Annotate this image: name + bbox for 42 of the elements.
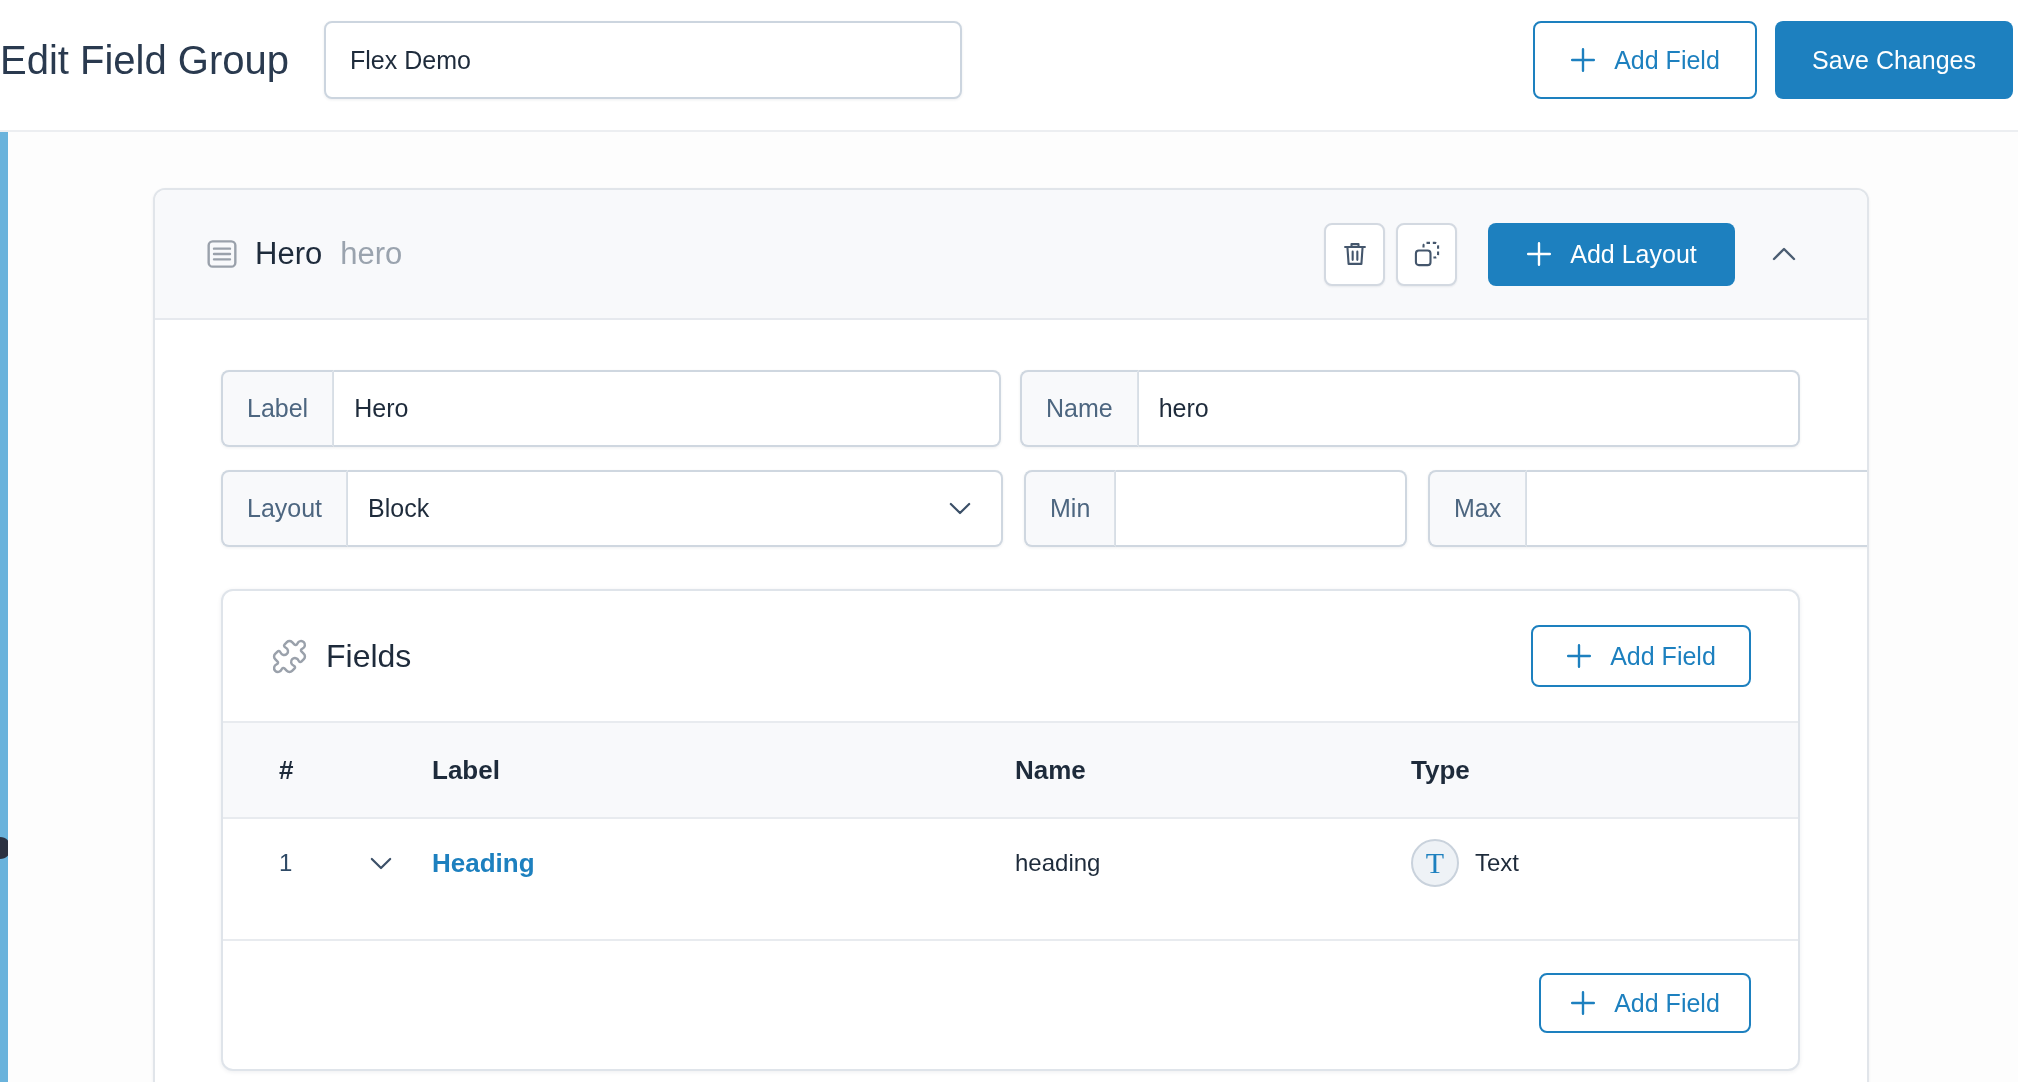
add-field-button[interactable]: Add Field xyxy=(1531,625,1751,687)
column-header: Label xyxy=(432,754,500,786)
column-header: Name xyxy=(1015,754,1086,786)
row-number: 1 xyxy=(279,849,293,877)
plus-icon xyxy=(1570,47,1597,73)
table-cell: Text xyxy=(1475,849,1519,877)
text-type-icon: T xyxy=(1411,839,1459,887)
copy-icon xyxy=(1412,240,1441,268)
handle-icon[interactable] xyxy=(0,837,8,859)
number-field[interactable] xyxy=(1527,470,1867,547)
field-label: Max xyxy=(1428,470,1528,547)
chevron-up-icon[interactable] xyxy=(1772,247,1796,261)
list-icon xyxy=(206,238,238,270)
duplicate-button[interactable] xyxy=(1396,222,1457,286)
field-label: Name xyxy=(1020,370,1139,447)
field-label: Min xyxy=(1024,470,1117,547)
column-header: # xyxy=(279,754,294,786)
plus-icon xyxy=(1566,643,1593,669)
table-cell: heading xyxy=(1015,849,1101,877)
field-label: Label xyxy=(221,370,335,447)
number-field[interactable] xyxy=(1116,470,1407,547)
select-field[interactable]: Block xyxy=(348,470,1003,547)
plus-icon xyxy=(1526,241,1553,267)
add-field-button[interactable]: Add Field xyxy=(1533,21,1757,99)
save-button[interactable]: Save Changes xyxy=(1775,21,2013,99)
layout-label: Hero xyxy=(255,236,323,272)
puzzle-icon xyxy=(271,637,308,675)
add-layout-button[interactable]: Add Layout xyxy=(1488,222,1735,286)
column-header: Type xyxy=(1411,754,1470,786)
text-field[interactable]: Hero xyxy=(334,370,1001,447)
chevron-down-icon[interactable] xyxy=(949,502,971,515)
add-field-button[interactable]: Add Field xyxy=(1539,973,1751,1033)
plus-icon xyxy=(1570,990,1597,1016)
chevron-down-icon[interactable] xyxy=(370,856,392,870)
field-label: Layout xyxy=(221,470,349,547)
title-field[interactable]: Flex Demo xyxy=(324,21,963,99)
page-title: Edit Field Group xyxy=(0,37,290,84)
text-field[interactable]: hero xyxy=(1138,370,1800,447)
field-link[interactable]: Heading xyxy=(432,847,535,879)
delete-button[interactable] xyxy=(1324,222,1385,286)
layout-name: hero xyxy=(340,236,403,272)
section-title: Fields xyxy=(326,637,412,675)
